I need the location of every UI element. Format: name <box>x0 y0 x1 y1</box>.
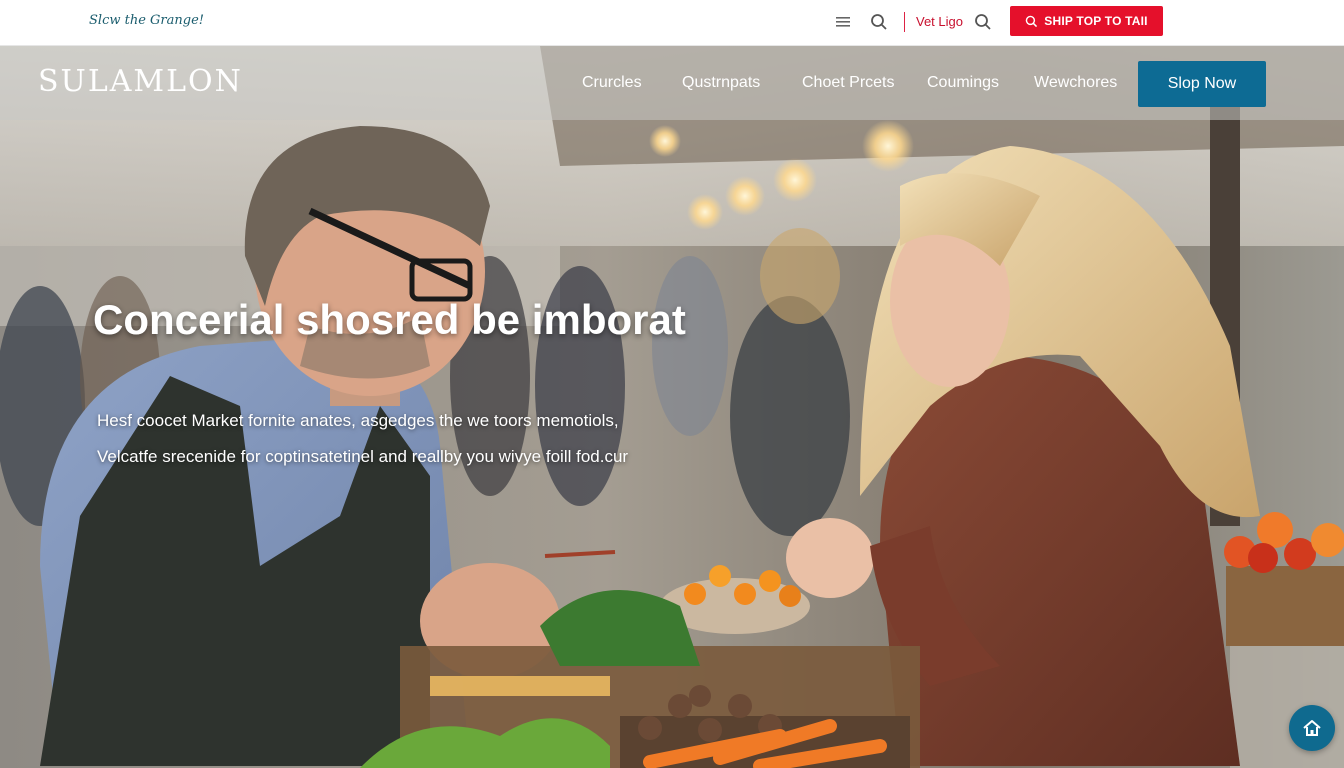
nav-item-choet-prcets[interactable]: Choet Prcets <box>802 74 894 92</box>
home-icon <box>1303 720 1321 736</box>
search-icon <box>1025 15 1038 27</box>
hero-subtext-line-1: Hesf coocet Market fornite anates, asged… <box>97 411 619 430</box>
topbar-divider <box>904 12 905 32</box>
hero-subtext-line-2: Velcatfe srecenide for coptinsatetinel a… <box>97 447 629 466</box>
home-button[interactable] <box>1289 705 1335 751</box>
vet-link[interactable]: Vet Ligo <box>916 14 963 29</box>
site-logo[interactable]: SULAMLON <box>38 64 243 99</box>
search-icon[interactable] <box>870 13 888 31</box>
nav-item-coumings[interactable]: Coumings <box>927 74 999 92</box>
shop-now-button[interactable]: Slop Now <box>1138 61 1266 107</box>
top-utility-bar: Slcw the Grange! Vet Ligo SHIP TOP TO TA… <box>0 0 1344 46</box>
shop-top-button[interactable]: SHIP TOP TO TAII <box>1010 6 1163 36</box>
shop-top-button-label: SHIP TOP TO TAII <box>1044 14 1148 28</box>
nav-item-qustrnpats[interactable]: Qustrnpats <box>682 74 760 92</box>
hero-headline: Concerial shosred be imborat <box>93 296 686 343</box>
search-icon[interactable] <box>974 13 992 31</box>
main-navigation: SULAMLON Crurcles Qustrnpats Choet Prcet… <box>0 46 1344 120</box>
nav-item-crurcles[interactable]: Crurcles <box>582 74 642 92</box>
site-tagline: Slcw the Grange! <box>89 13 204 28</box>
menu-lines-icon[interactable] <box>835 14 851 30</box>
nav-item-wewchores[interactable]: Wewchores <box>1034 74 1117 92</box>
market-scene-illustration <box>0 46 1344 768</box>
hero-image <box>0 46 1344 768</box>
